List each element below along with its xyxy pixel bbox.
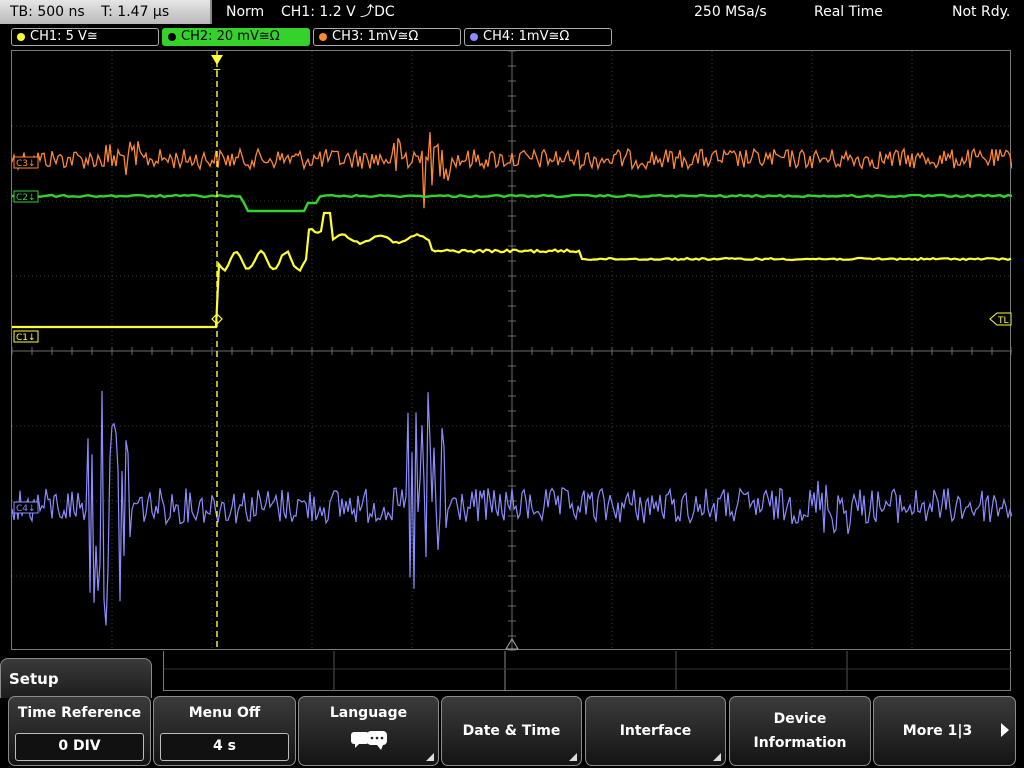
channel-tab-label: CH4: 1mV≅Ω: [483, 29, 570, 44]
trigger-pos-label: T: [213, 67, 221, 80]
language-button[interactable]: Language: [298, 696, 439, 766]
interface-button[interactable]: Interface: [585, 696, 726, 766]
softkey-label: Device: [773, 711, 827, 727]
softkey-label: Date & Time: [462, 723, 561, 739]
channel-tab-label: CH1: 5 V≅: [30, 29, 98, 44]
channel-tab-ch4[interactable]: CH4: 1mV≅Ω: [464, 28, 612, 46]
bottom-info-strip: [163, 651, 1012, 691]
softkey-label: Language: [329, 705, 408, 721]
ch4-marker-label: C4↓: [16, 504, 36, 514]
softkey-label: Interface: [619, 723, 692, 739]
ch4-dot-icon: [470, 33, 478, 41]
trigger-info[interactable]: CH1: 1.2 V ⤴DC: [281, 0, 395, 24]
submenu-indicator-icon: [426, 753, 434, 761]
trigger-status: Not Rdy.: [952, 4, 1011, 20]
ch2-marker: C2↓: [13, 190, 39, 203]
next-page-arrow-icon: [1001, 723, 1009, 737]
submenu-indicator-icon: [569, 753, 577, 761]
channel-tab-label: CH3: 1mV≅Ω: [332, 29, 419, 44]
ch3-marker: C3↓: [13, 156, 39, 169]
waveform-display[interactable]: T C3↓ C2↓ C1↓ C4↓ TL: [11, 50, 1012, 651]
speech-bubbles-icon: [351, 731, 387, 750]
waveform-canvas: T C3↓ C2↓ C1↓ C4↓ TL: [12, 51, 1012, 651]
ch2-marker-label: C2↓: [16, 193, 36, 203]
setup-menu-title: Setup: [0, 658, 152, 698]
submenu-indicator-icon: [713, 753, 721, 761]
ch1-marker: C1↓: [13, 330, 39, 343]
timebase-value: TB: 500 ns: [10, 4, 85, 20]
trigger-time-value: T: 1.47 µs: [101, 4, 170, 20]
menu-off-value: 4 s: [160, 733, 289, 761]
ch3-marker-label: C3↓: [16, 159, 36, 169]
date-time-button[interactable]: Date & Time: [441, 696, 582, 766]
softkey-label: More 1|3: [902, 723, 973, 739]
more-button[interactable]: More 1|3: [873, 696, 1016, 766]
ch1-dot-icon: [17, 33, 25, 41]
ch4-marker: C4↓: [13, 501, 39, 514]
ch2-dot-icon: [168, 33, 176, 41]
trigger-mode[interactable]: Norm: [226, 0, 264, 24]
channel-tab-ch3[interactable]: CH3: 1mV≅Ω: [313, 28, 461, 46]
trigger-level-label: TL: [997, 316, 1009, 326]
graticule-grid: [12, 51, 1012, 651]
channel-tab-ch1[interactable]: CH1: 5 V≅: [11, 28, 159, 46]
ch1-marker-label: C1↓: [16, 333, 36, 343]
softkey-label: Time Reference: [17, 705, 142, 721]
menu-off-button[interactable]: Menu Off 4 s: [153, 696, 296, 766]
time-reference-button[interactable]: Time Reference 0 DIV: [8, 696, 151, 766]
trigger-position-marker-icon: [211, 55, 223, 65]
softkey-label: Menu Off: [188, 705, 261, 721]
sample-rate: 250 MSa/s: [694, 4, 767, 20]
timebase-box[interactable]: TB: 500 ns T: 1.47 µs: [0, 0, 212, 24]
channel-tab-ch2[interactable]: CH2: 20 mV≅Ω: [162, 28, 310, 46]
channel-tab-label: CH2: 20 mV≅Ω: [181, 29, 280, 44]
acquisition-mode: Real Time: [814, 4, 883, 20]
ch3-dot-icon: [319, 33, 327, 41]
time-reference-value: 0 DIV: [15, 733, 144, 761]
trigger-level-marker: TL: [989, 312, 1012, 326]
softkey-label-line2: Information: [753, 735, 847, 751]
device-information-button[interactable]: Device Information: [729, 696, 871, 766]
top-status-bar: TB: 500 ns T: 1.47 µs Norm CH1: 1.2 V ⤴D…: [0, 0, 1024, 24]
